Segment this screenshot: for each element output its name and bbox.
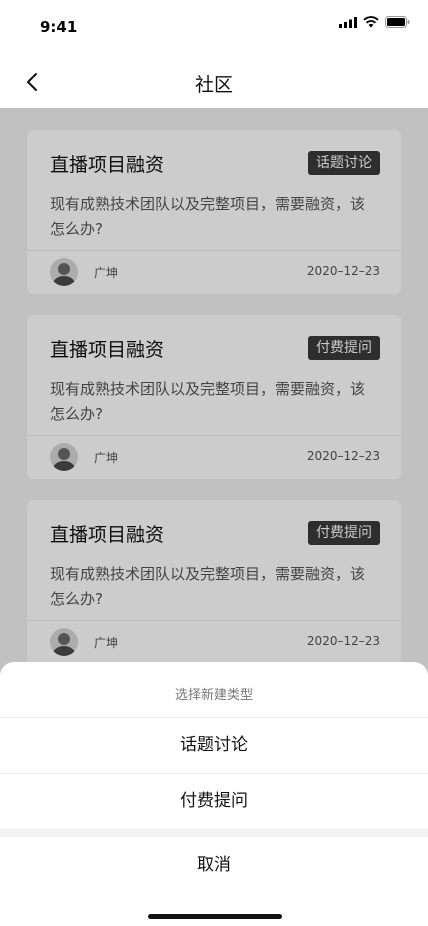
section-gap [0, 829, 428, 837]
home-indicator[interactable] [148, 914, 282, 919]
battery-icon [385, 16, 410, 28]
action-sheet-title: 选择新建类型 [174, 688, 253, 703]
status-time: 9:41 [40, 18, 78, 36]
wifi-icon [363, 16, 379, 28]
action-sheet: 选择新建类型 话题讨论 付费提问 取消 [0, 662, 428, 926]
status-bar: 9:41 [0, 0, 428, 54]
status-icons [339, 16, 410, 28]
option-topic-discussion[interactable]: 话题讨论 [0, 718, 428, 773]
nav-bar: 社区 [0, 54, 428, 108]
option-paid-question[interactable]: 付费提问 [0, 774, 428, 829]
signal-icon [339, 16, 357, 28]
page-title: 社区 [194, 74, 233, 96]
cancel-button[interactable]: 取消 [0, 838, 428, 893]
